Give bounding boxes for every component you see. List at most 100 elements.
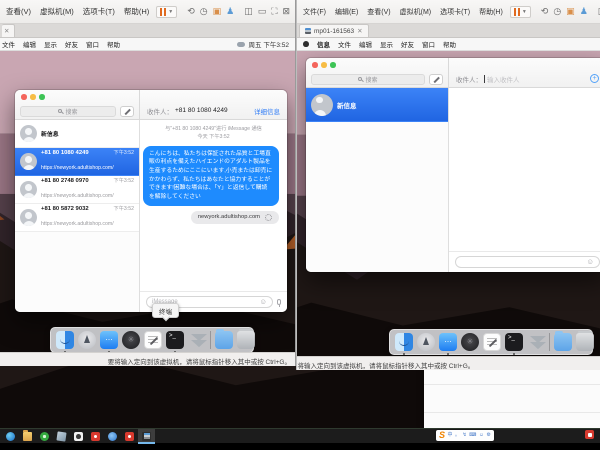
sogou-punct-icon[interactable]: 。 (455, 433, 460, 438)
menubar-item-buddies[interactable]: 好友 (65, 39, 78, 49)
menu-edit[interactable]: 编辑(E) (333, 6, 360, 18)
dock-trash-icon[interactable] (237, 331, 255, 349)
menubar-item-file[interactable]: 文件 (338, 39, 351, 49)
menubar-item-edit[interactable]: 编辑 (359, 39, 372, 49)
dock-messages-icon[interactable]: … (439, 333, 457, 351)
conversation-row[interactable]: 新信息 (15, 120, 139, 148)
messages-titlebar[interactable]: 搜索 收件人： +81 80 1080 4249 详细信息 (15, 90, 287, 120)
dock-messages-icon[interactable]: … (100, 331, 118, 349)
conversation-row-selected[interactable]: +81 80 1080 4249下午3:52 https://newyork.a… (15, 148, 139, 176)
taskbar-gray-app-button[interactable] (53, 429, 70, 444)
dock-downloads-stack-icon[interactable] (188, 331, 206, 349)
compose-button[interactable] (429, 74, 443, 85)
recipient-placeholder[interactable]: 输入收件人 (487, 74, 520, 84)
menubar-item-help[interactable]: 帮助 (443, 39, 456, 49)
search-input[interactable]: 搜索 (20, 106, 116, 117)
menubar-item-view[interactable]: 显示 (380, 39, 393, 49)
dock-settings-knob-icon[interactable] (122, 331, 140, 349)
search-input[interactable]: 搜索 (311, 74, 425, 85)
menu-tabs[interactable]: 选项卡(T) (438, 6, 472, 18)
menu-help[interactable]: 帮助(H) (477, 6, 505, 18)
ctrl-alt-del-icon[interactable]: ⟲ (541, 7, 549, 16)
add-recipient-button[interactable]: + (590, 74, 599, 83)
apple-menu-icon[interactable] (303, 41, 309, 47)
taskbar-vmware-button[interactable] (138, 429, 155, 444)
snapshot-camera-icon[interactable]: ▣ (213, 7, 222, 16)
snapshot-clock-icon[interactable]: ◷ (553, 7, 561, 16)
vm-tab[interactable]: mp01-161563 ✕ (299, 24, 369, 37)
minimize-button[interactable] (30, 94, 36, 100)
sogou-keyboard-icon[interactable]: ⌨ (469, 433, 476, 438)
sent-message-bubble[interactable]: こんにちは、私たちは保証された品質と工場直販の利点を備えたハイエンドのアダルト製… (143, 146, 279, 206)
dock-terminal-icon[interactable] (505, 333, 523, 351)
snapshot-manager-icon[interactable]: ♟ (226, 7, 234, 16)
messages-titlebar[interactable]: 搜索 收件人： 输入收件人 + (306, 58, 600, 88)
suspend-button[interactable]: ▼ (510, 6, 531, 18)
taskbar-red-app-2-button[interactable] (121, 429, 138, 444)
console-view-icon[interactable]: ▭ (258, 7, 267, 16)
microphone-icon[interactable] (277, 299, 281, 305)
snapshot-clock-icon[interactable]: ◷ (200, 7, 208, 16)
conversation-row[interactable]: +81 80 2748 0970下午3:52 https://newyork.a… (15, 176, 139, 204)
conversation-row-selected[interactable]: 新信息 (306, 88, 448, 122)
taskbar-apple-app-button[interactable] (70, 429, 87, 444)
menubar-status-icon[interactable] (237, 42, 245, 47)
close-icon[interactable]: ✕ (4, 27, 9, 35)
snapshot-manager-icon[interactable]: ♟ (580, 7, 588, 16)
sogou-input-toolbar[interactable]: S 中 。 ↯ ⌨ ☺ ⚙ (436, 430, 494, 441)
close-button[interactable] (21, 94, 27, 100)
menubar-item-file[interactable]: 文件 (2, 39, 15, 49)
suspend-button[interactable]: ▼ (156, 6, 177, 18)
sogou-mic-icon[interactable]: ↯ (462, 433, 466, 438)
ctrl-alt-del-icon[interactable]: ⟲ (187, 7, 195, 16)
menu-tabs[interactable]: 选项卡(T) (81, 5, 117, 18)
emoji-icon[interactable]: ☺ (586, 258, 594, 266)
fullscreen-icon[interactable]: ⛶ (271, 7, 277, 16)
minimize-button[interactable] (321, 62, 327, 68)
sogou-emoji-icon[interactable]: ☺ (479, 433, 484, 438)
menubar-clock[interactable]: 周五 下午3:52 (249, 39, 289, 49)
taskbar-file-explorer-button[interactable] (19, 429, 36, 444)
menu-view[interactable]: 查看(V) (365, 6, 392, 18)
dock-launchpad-icon[interactable] (78, 331, 96, 349)
tray-red-icon[interactable] (585, 430, 594, 439)
menu-help[interactable]: 帮助(H) (122, 5, 151, 18)
link-preview-bubble[interactable]: newyork.adultishop.com (191, 211, 279, 224)
dock-folder-icon[interactable] (554, 333, 572, 351)
menubar-item-window[interactable]: 窗口 (86, 39, 99, 49)
menubar-item-messages[interactable]: 信息 (317, 39, 330, 49)
snapshot-camera-icon[interactable]: ▣ (566, 7, 575, 16)
compose-button[interactable] (120, 106, 134, 117)
sogou-mode-icon[interactable]: 中 (447, 433, 452, 438)
menubar-item-edit[interactable]: 编辑 (23, 39, 36, 49)
menu-view[interactable]: 查看(V) (4, 5, 33, 18)
menu-vm[interactable]: 虚拟机(M) (398, 6, 434, 18)
close-icon[interactable]: ✕ (357, 27, 362, 35)
taskbar-red-app-button[interactable] (87, 429, 104, 444)
conversation-row[interactable]: +81 80 5872 9032下午3:52 https://newyork.a… (15, 204, 139, 232)
details-button[interactable]: 详细信息 (254, 106, 280, 116)
dock-terminal-icon[interactable] (166, 331, 184, 349)
taskbar-edge-button[interactable] (2, 429, 19, 444)
menu-file[interactable]: 文件(F) (301, 6, 328, 18)
background-window[interactable] (424, 363, 600, 428)
message-input[interactable]: ☺ (455, 256, 600, 268)
sogou-logo-icon[interactable]: S (439, 431, 445, 440)
show-library-icon[interactable]: ◫ (244, 7, 253, 16)
menubar-item-help[interactable]: 帮助 (107, 39, 120, 49)
menubar-item-buddies[interactable]: 好友 (401, 39, 414, 49)
dock-trash-icon[interactable] (576, 333, 594, 351)
emoji-icon[interactable]: ☺ (259, 298, 267, 306)
dock-settings-knob-icon[interactable] (461, 333, 479, 351)
dock-textedit-icon[interactable] (144, 331, 162, 349)
vm-tab-partial[interactable]: ✕ (2, 24, 15, 37)
menubar-item-window[interactable]: 窗口 (422, 39, 435, 49)
dock-textedit-icon[interactable] (483, 333, 501, 351)
dock-finder-icon[interactable] (56, 331, 74, 349)
dock-downloads-stack-icon[interactable] (527, 333, 545, 351)
dock-launchpad-icon[interactable] (417, 333, 435, 351)
dock-finder-icon[interactable] (395, 333, 413, 351)
unity-icon[interactable]: ⊠ (283, 7, 291, 16)
menu-vm[interactable]: 虚拟机(M) (38, 5, 76, 18)
menubar-item-view[interactable]: 显示 (44, 39, 57, 49)
